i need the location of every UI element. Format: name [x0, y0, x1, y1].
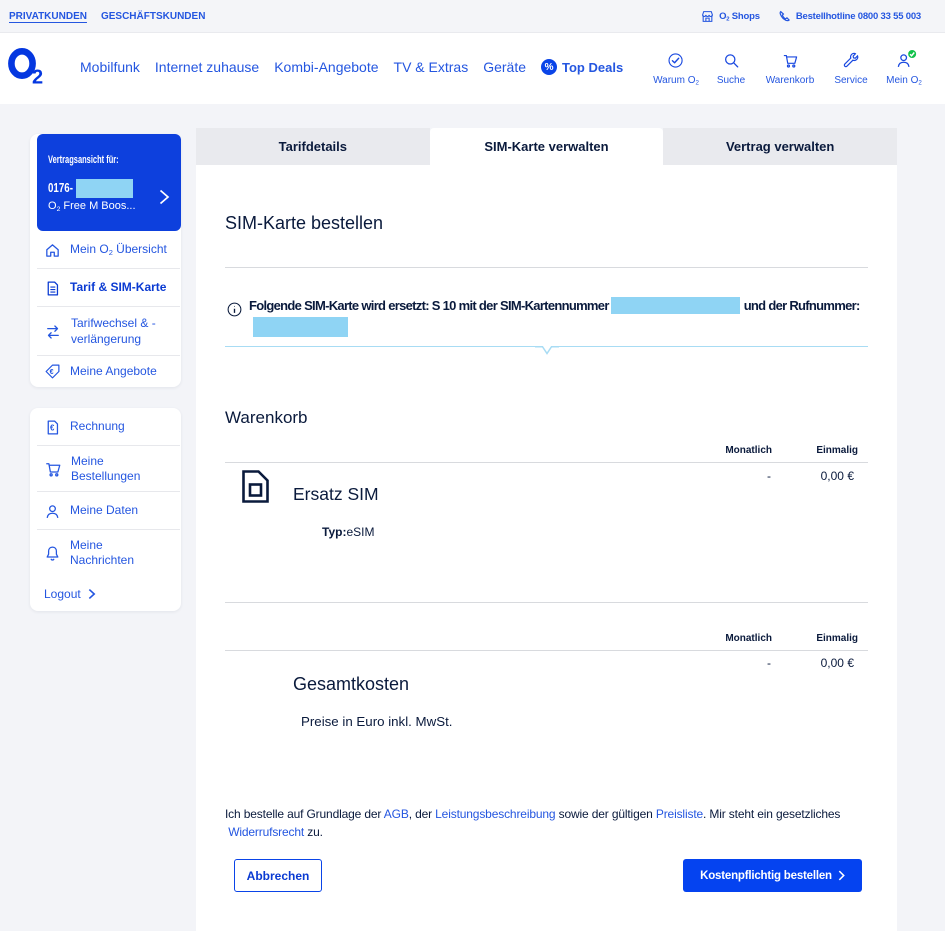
- svg-text:€: €: [50, 423, 55, 432]
- svg-text:€: €: [50, 368, 54, 376]
